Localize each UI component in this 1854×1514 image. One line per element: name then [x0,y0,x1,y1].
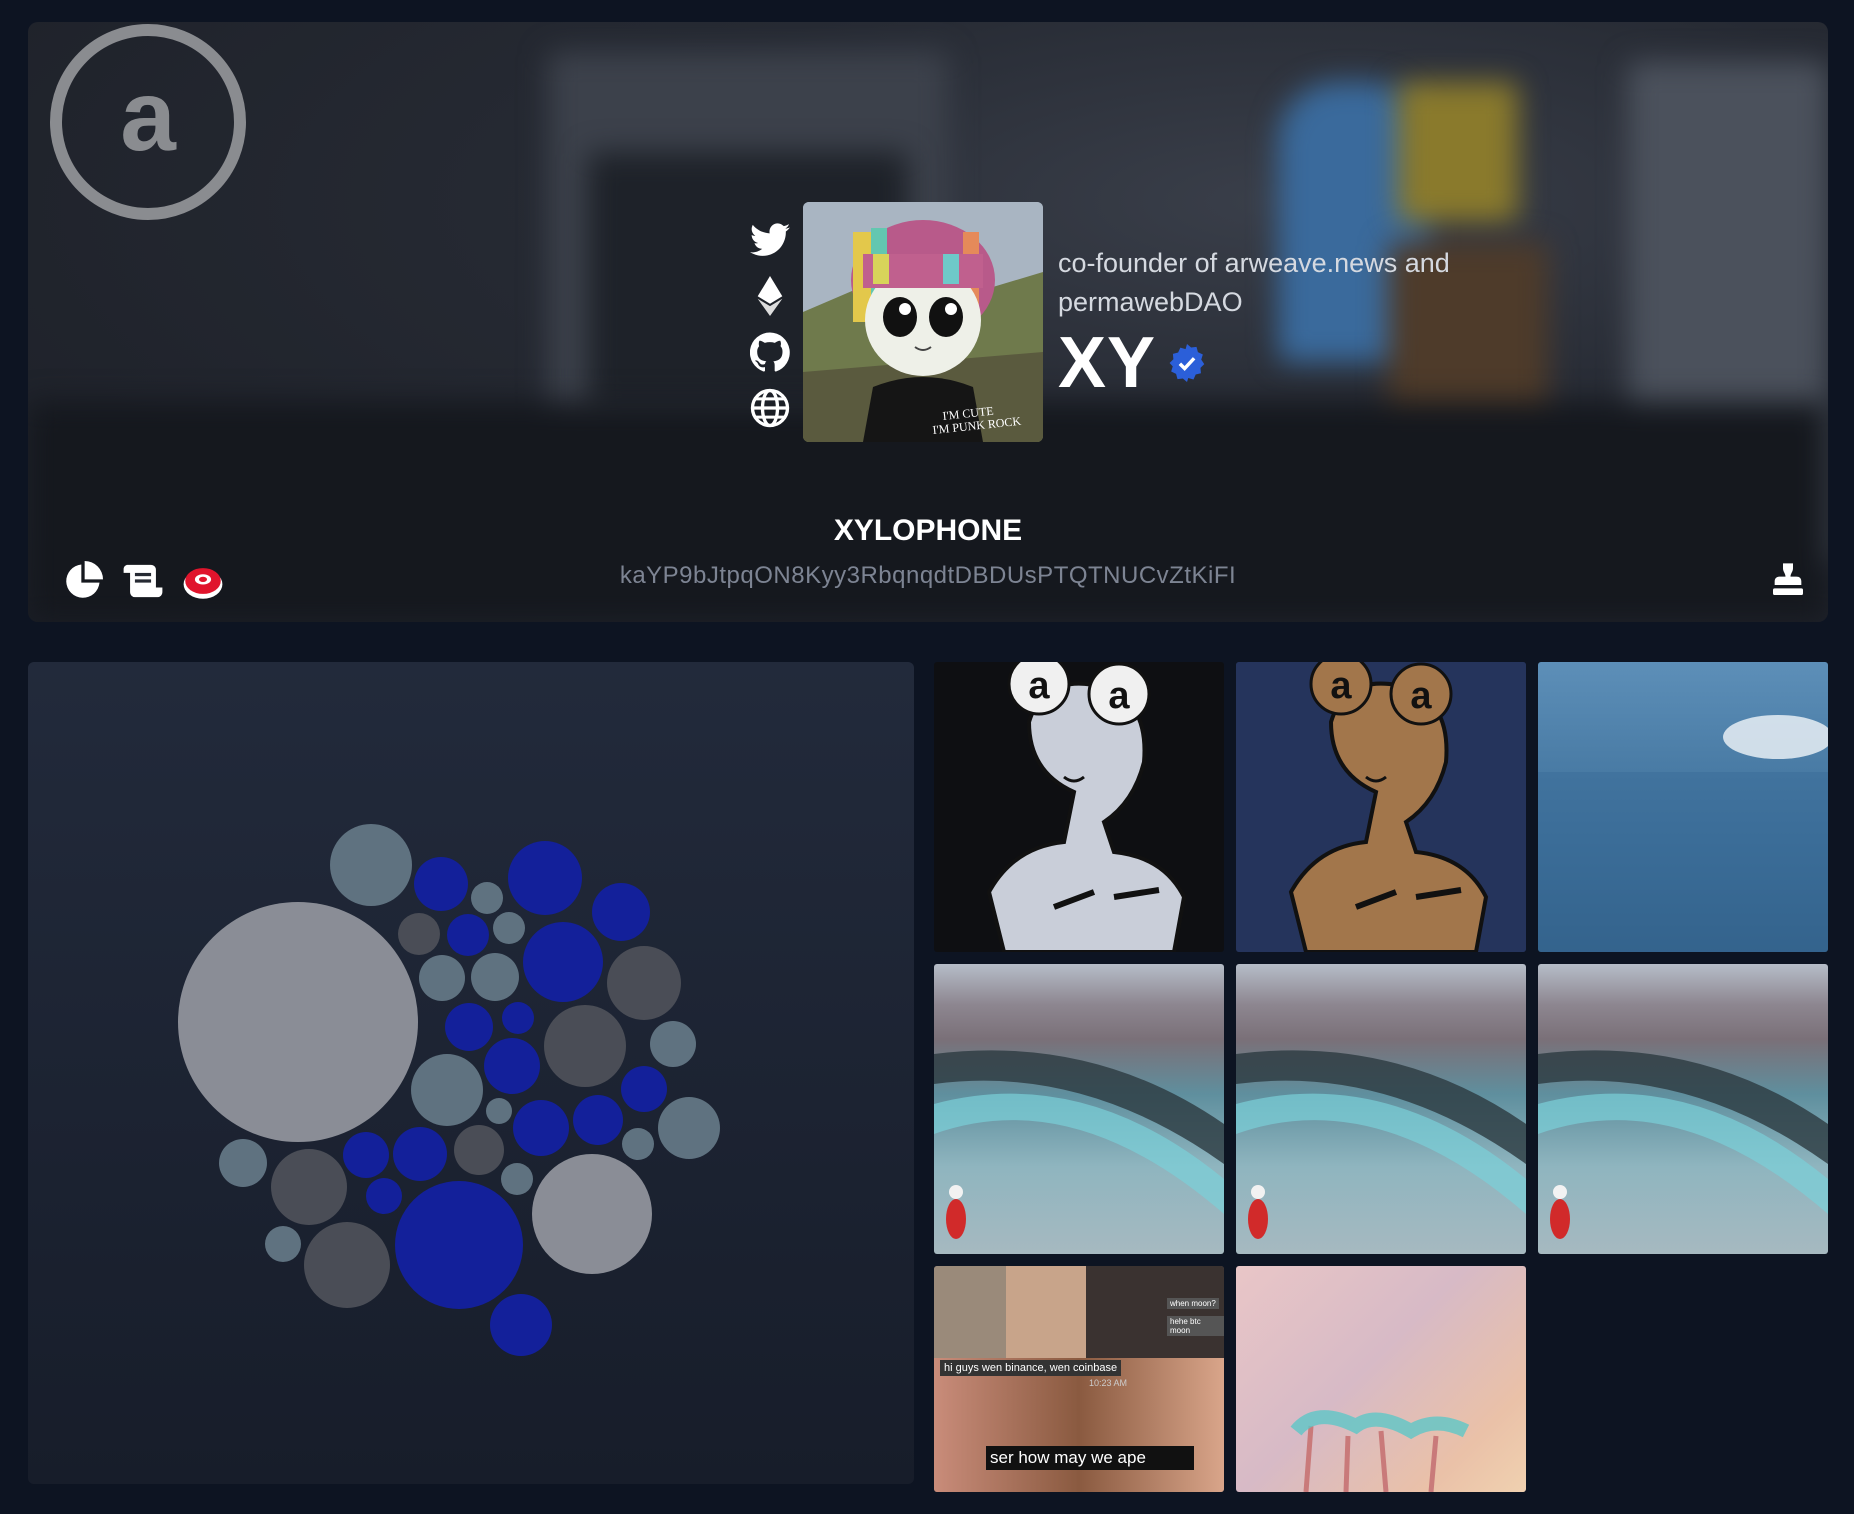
bubble[interactable] [607,946,681,1020]
bubble[interactable] [265,1226,301,1262]
bubble[interactable] [523,922,603,1002]
nft-gallery: a a a a when moon? hehe btc moon hi guys… [934,662,1828,1492]
github-link[interactable] [744,326,796,378]
display-name: XY [1058,323,1157,403]
scroll-button[interactable] [122,560,164,602]
bubble[interactable] [414,857,468,911]
bubble[interactable] [395,1181,523,1309]
stats-button[interactable] [62,560,104,602]
bubble[interactable] [330,824,412,906]
bubble[interactable] [544,1005,626,1087]
koii-button[interactable] [182,560,224,602]
meme-panel [934,1358,1224,1492]
bubble[interactable] [411,1054,483,1126]
bubble[interactable] [486,1098,512,1124]
bubble[interactable] [343,1132,389,1178]
avatar-illustration: I'M CUTE I'M PUNK ROCK [803,202,1043,442]
nft-art-bust-brown: a a [1236,662,1526,952]
nft-tile-meme[interactable]: when moon? hehe btc moon hi guys wen bin… [934,1266,1224,1492]
bubble[interactable] [650,1021,696,1067]
github-icon [750,332,790,372]
koii-icon [183,568,223,599]
bubble[interactable] [178,902,418,1142]
bubble[interactable] [592,883,650,941]
verified-badge-icon [1169,344,1205,382]
nft-tile[interactable] [1236,1266,1526,1492]
globe-icon [750,388,790,428]
bubble[interactable] [398,913,440,955]
svg-text:a: a [120,60,177,172]
meme-panel [1006,1266,1086,1358]
bubble[interactable] [658,1097,720,1159]
profile-tools [62,560,224,602]
bubble[interactable] [621,1066,667,1112]
meme-bubble: hehe btc moon [1167,1316,1224,1336]
svg-text:a: a [1028,665,1050,707]
profile-avatar[interactable]: I'M CUTE I'M PUNK ROCK [803,202,1043,442]
wallet-address[interactable]: kaYP9bJtpqON8Kyy3RbqnqdtDBDUsPTQTNUCvZtK… [28,562,1828,590]
ethereum-icon [757,276,783,316]
arweave-logo: a [50,24,246,220]
nft-art-wave [1236,1050,1526,1239]
social-links [744,214,796,438]
bubble[interactable] [501,1163,533,1195]
nft-art-wave [1538,1050,1828,1239]
pie-chart-icon [66,561,103,598]
nft-tile[interactable] [1538,662,1828,952]
bubble[interactable] [622,1128,654,1160]
twitter-icon [750,223,790,256]
nft-tile[interactable] [1236,964,1526,1254]
nft-art-wave [934,1050,1224,1239]
website-link[interactable] [744,382,796,434]
nft-tile[interactable] [934,964,1224,1254]
nft-tile[interactable]: a a [1236,662,1526,952]
bubble[interactable] [493,912,525,944]
ethereum-link[interactable] [744,270,796,322]
scroll-icon [123,564,163,598]
stamp-icon[interactable] [1768,560,1808,600]
twitter-link[interactable] [744,214,796,266]
svg-text:a: a [1330,665,1352,707]
profile-handle: XYLOPHONE [833,514,1023,547]
meme-time: 10:23 AM [1089,1378,1128,1388]
bubble[interactable] [393,1127,447,1181]
nft-art-bust-grey: a a [986,662,1187,952]
meme-panel [1086,1266,1224,1358]
bubble[interactable] [271,1149,347,1225]
nft-tile[interactable] [1538,964,1828,1254]
bubble[interactable] [471,882,503,914]
nft-tile[interactable]: a a [934,662,1224,952]
display-name-row: XY [1058,322,1206,404]
bubble[interactable] [513,1100,569,1156]
bubble[interactable] [445,1003,493,1051]
bubble[interactable] [573,1095,623,1145]
bubble[interactable] [304,1222,390,1308]
meme-caption: hi guys wen binance, wen coinbase [940,1360,1122,1376]
nft-art-blue-abstract [1538,715,1828,952]
bubble[interactable] [502,1002,534,1034]
meme-caption: ser how may we ape [986,1446,1194,1470]
svg-text:a: a [1108,675,1130,717]
meme-panel [934,1266,1006,1358]
bubble[interactable] [471,953,519,1001]
bubble[interactable] [454,1125,504,1175]
meme-bubble: when moon? [1167,1298,1219,1309]
bubble[interactable] [366,1178,402,1214]
profile-banner: a I'M CUTE I'M PUNK ROCK co-founder of a… [28,22,1828,622]
bubble[interactable] [447,914,489,956]
background-figure [1398,82,1518,222]
bubble[interactable] [508,841,582,915]
token-bubble-cluster [178,824,720,1356]
bubble[interactable] [419,955,465,1001]
nft-art-pastel-palms [1290,1410,1470,1492]
bubble[interactable] [219,1139,267,1187]
svg-text:a: a [1410,675,1432,717]
token-bubble-panel [28,662,914,1484]
bubble[interactable] [532,1154,652,1274]
profile-bio: co-founder of arweave.news and permawebD… [1058,248,1450,317]
bubble[interactable] [490,1294,552,1356]
bubble[interactable] [484,1038,540,1094]
